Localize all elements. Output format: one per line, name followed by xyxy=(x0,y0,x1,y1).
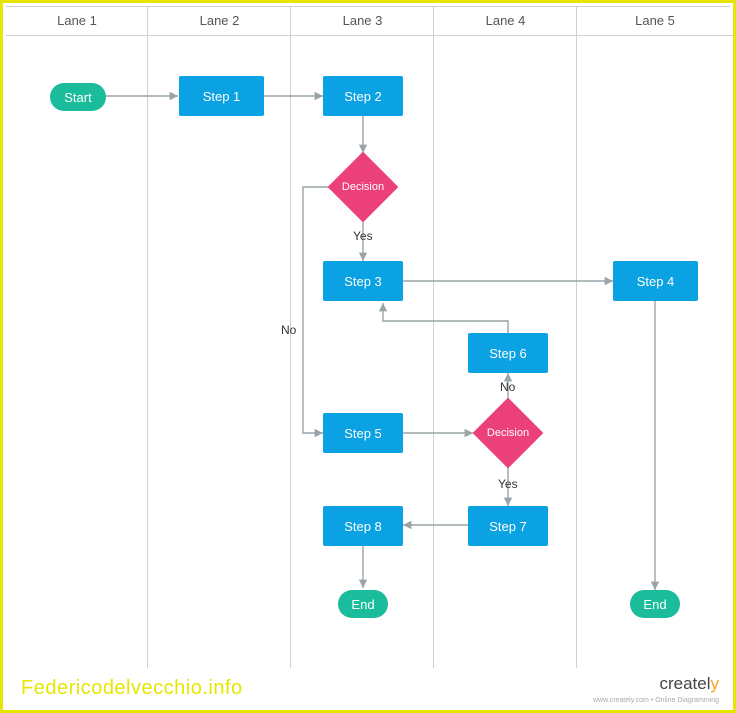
diagram-frame: Lane 1 Lane 2 Lane 3 Lane 4 Lane 5 xyxy=(0,0,736,713)
lane-header-5: Lane 5 xyxy=(577,6,733,36)
process-step3[interactable]: Step 3 xyxy=(323,261,403,301)
lane-header-1: Lane 1 xyxy=(6,6,148,36)
watermark-text: Federicodelvecchio.info xyxy=(21,677,243,700)
brand-name-part1: createl xyxy=(659,674,710,693)
edge-label-dec2-no: No xyxy=(500,380,515,394)
brand-logo: creately xyxy=(659,674,719,694)
edge-label-dec1-no: No xyxy=(281,323,296,337)
process-step2[interactable]: Step 2 xyxy=(323,76,403,116)
terminator-start[interactable]: Start xyxy=(50,83,106,111)
decision-1-label: Decision xyxy=(329,153,397,221)
decision-2-label: Decision xyxy=(474,399,542,467)
edge-label-dec2-yes: Yes xyxy=(498,477,518,491)
lane-header-2: Lane 2 xyxy=(148,6,291,36)
decision-2[interactable]: Decision xyxy=(474,399,542,467)
process-step7[interactable]: Step 7 xyxy=(468,506,548,546)
process-step5[interactable]: Step 5 xyxy=(323,413,403,453)
terminator-end-1[interactable]: End xyxy=(338,590,388,618)
lane-header-4: Lane 4 xyxy=(434,6,577,36)
lane-col-5 xyxy=(577,6,733,668)
process-step6[interactable]: Step 6 xyxy=(468,333,548,373)
terminator-end-2[interactable]: End xyxy=(630,590,680,618)
brand-subtext: www.creately.com • Online Diagramming xyxy=(593,697,719,704)
process-step1[interactable]: Step 1 xyxy=(179,76,264,116)
decision-1[interactable]: Decision xyxy=(329,153,397,221)
process-step4[interactable]: Step 4 xyxy=(613,261,698,301)
edge-label-dec1-yes: Yes xyxy=(353,229,373,243)
lane-header-3: Lane 3 xyxy=(291,6,434,36)
process-step8[interactable]: Step 8 xyxy=(323,506,403,546)
brand-name-part2: y xyxy=(711,674,720,693)
